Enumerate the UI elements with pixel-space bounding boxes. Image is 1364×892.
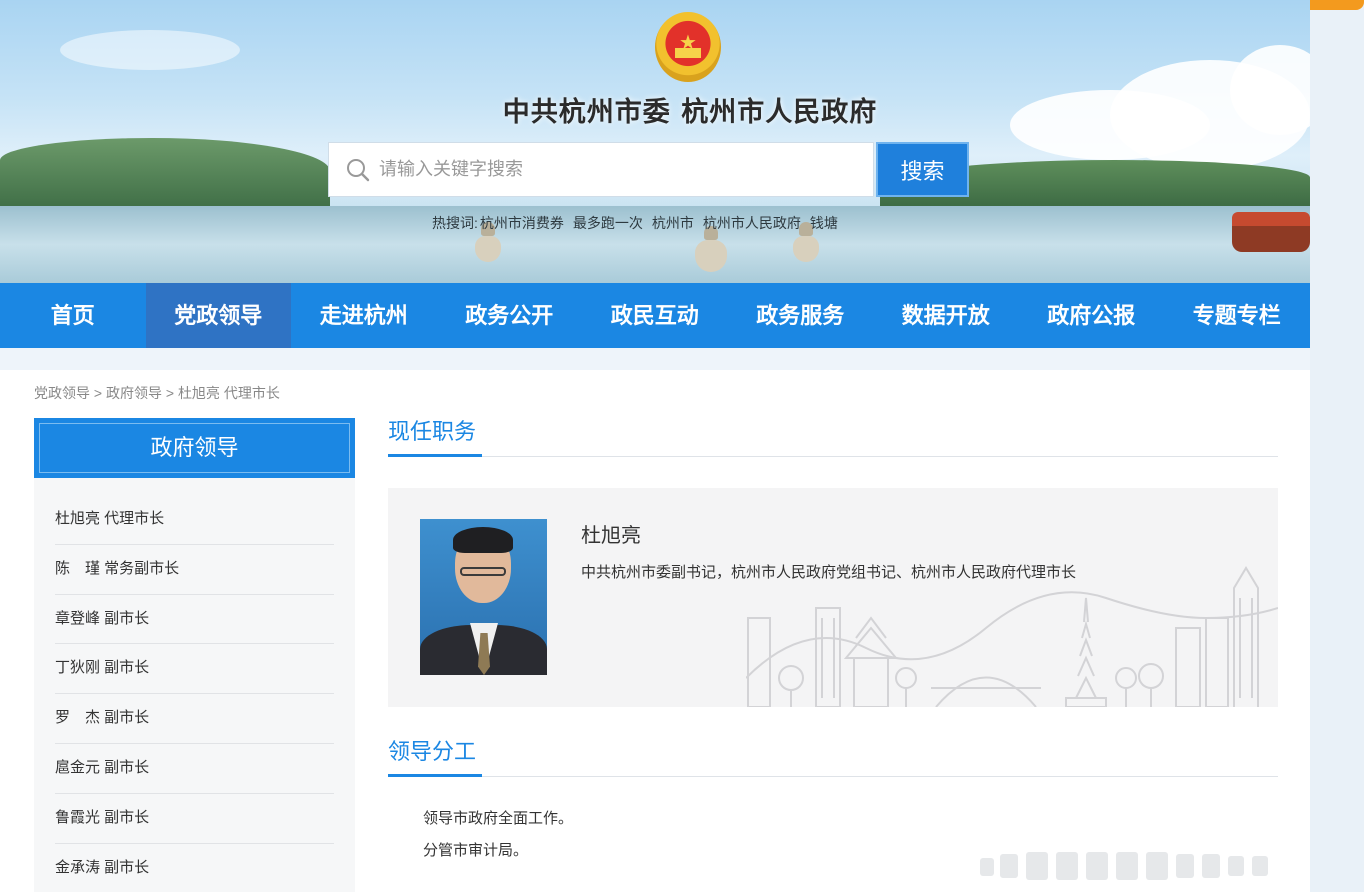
sidebar-item-leader[interactable]: 章登峰 副市长 [55, 595, 334, 645]
current-position-header: 现任职务 [388, 417, 1278, 457]
nav-item-about-hangzhou[interactable]: 走进杭州 [291, 283, 437, 348]
nav-item-special-topics[interactable]: 专题专栏 [1164, 283, 1310, 348]
breadcrumb: 党政领导 > 政府领导 > 杜旭亮 代理市长 [34, 383, 280, 403]
sidebar-title: 政府领导 [39, 423, 350, 473]
duty-item: 领导市政府全面工作。 [423, 810, 574, 827]
breadcrumb-current: 杜旭亮 代理市长 [177, 385, 280, 401]
search-icon [347, 159, 370, 182]
duties-header: 领导分工 [388, 737, 1278, 777]
duties-title: 领导分工 [388, 737, 483, 777]
leader-list: 杜旭亮 代理市长 陈 瑾 常务副市长 章登峰 副市长 丁狄刚 副市长 罗 杰 副… [34, 495, 355, 892]
leader-photo [420, 519, 547, 675]
main-nav: 首页 党政领导 走进杭州 政务公开 政民互动 政务服务 数据开放 政府公报 专题… [0, 283, 1310, 348]
hot-word-link[interactable]: 杭州市人民政府 [703, 215, 801, 231]
duties-list: 领导市政府全面工作。 分管市审计局。 [423, 803, 573, 867]
breadcrumb-separator: > [90, 385, 106, 401]
hot-words: 热搜词: 杭州市消费券 最多跑一次 杭州市 杭州市人民政府 钱塘 [432, 213, 847, 233]
search-box [328, 142, 874, 197]
sidebar-item-leader[interactable]: 扈金元 副市长 [55, 744, 334, 794]
hot-word-link[interactable]: 最多跑一次 [573, 215, 643, 231]
nav-item-home[interactable]: 首页 [0, 283, 146, 348]
breadcrumb-link[interactable]: 政府领导 [106, 385, 162, 401]
leader-name: 杜旭亮 [581, 525, 641, 547]
sidebar-item-leader[interactable]: 罗 杰 副市长 [55, 694, 334, 744]
sidebar: 政府领导 杜旭亮 代理市长 陈 瑾 常务副市长 章登峰 副市长 丁狄刚 副市长 … [34, 418, 355, 892]
breadcrumb-link[interactable]: 党政领导 [34, 385, 90, 401]
nav-item-services[interactable]: 政务服务 [728, 283, 874, 348]
sidebar-item-leader[interactable]: 陈 瑾 常务副市长 [55, 545, 334, 595]
site-title: 中共杭州市委 杭州市人民政府 [502, 97, 878, 128]
breadcrumb-separator: > [161, 385, 178, 401]
search-input[interactable] [379, 143, 869, 196]
hot-word-link[interactable]: 杭州市消费券 [480, 215, 564, 231]
hot-word-link[interactable]: 钱塘 [810, 215, 838, 231]
national-emblem-icon: ★ [655, 12, 721, 82]
watermark-graphic [980, 852, 1268, 880]
profile-card [388, 488, 1278, 707]
sidebar-header: 政府领导 [34, 418, 355, 478]
leader-positions: 中共杭州市委副书记，杭州市人民政府党组书记、杭州市人民政府代理市长 [581, 564, 1077, 581]
current-position-title: 现任职务 [388, 417, 483, 457]
nav-item-gov-disclosure[interactable]: 政务公开 [437, 283, 583, 348]
sidebar-item-leader[interactable]: 鲁霞光 副市长 [55, 794, 334, 844]
sidebar-item-leader[interactable]: 杜旭亮 代理市长 [55, 495, 334, 545]
hot-words-label: 热搜词: [432, 215, 478, 231]
nav-item-gazette[interactable]: 政府公报 [1019, 283, 1165, 348]
duty-item: 分管市审计局。 [423, 842, 529, 859]
sidebar-item-leader[interactable]: 金承涛 副市长 [55, 844, 334, 892]
page-side-strip [1310, 0, 1364, 892]
sidebar-item-leader[interactable]: 丁狄刚 副市长 [55, 644, 334, 695]
hot-word-link[interactable]: 杭州市 [652, 215, 694, 231]
nav-item-interaction[interactable]: 政民互动 [582, 283, 728, 348]
nav-item-party-leaders[interactable]: 党政领导 [145, 283, 291, 348]
nav-item-open-data[interactable]: 数据开放 [873, 283, 1019, 348]
search-button[interactable]: 搜索 [876, 142, 969, 197]
